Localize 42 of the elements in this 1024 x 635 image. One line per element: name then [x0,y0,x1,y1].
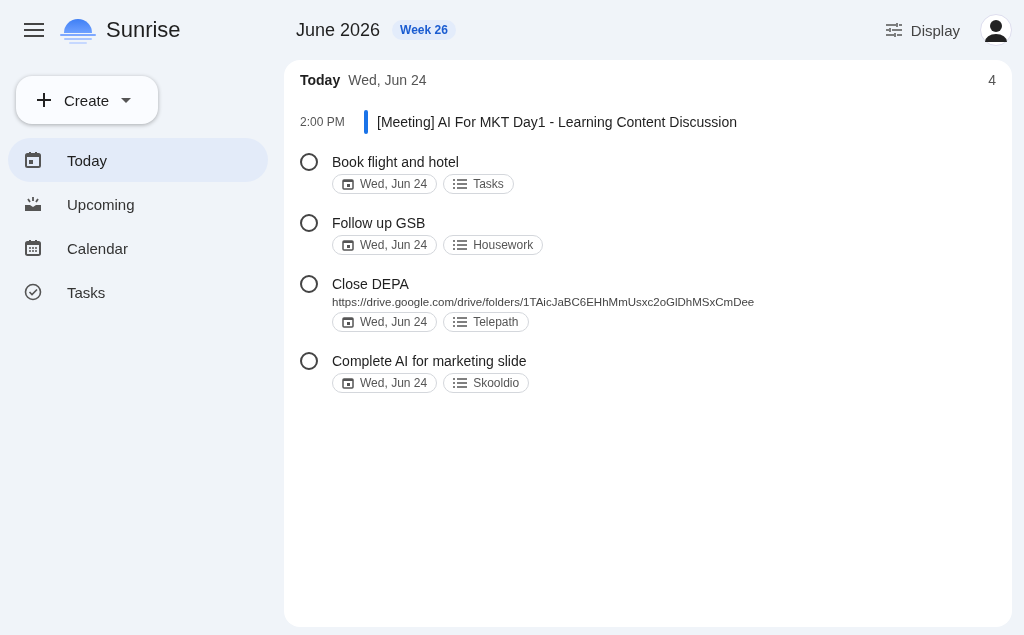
calendar-day-icon [24,151,42,169]
calendar-icon [342,316,354,328]
caret-icon [121,97,132,103]
task-title[interactable]: Complete AI for marketing slide [332,353,530,369]
item-count: 4 [988,72,996,88]
month-title: June 2026 [296,19,381,41]
day-title: Today [300,72,341,88]
plus-icon [36,92,52,108]
task-title[interactable]: Close DEPA [332,276,755,292]
display-button[interactable]: Display [879,15,966,45]
avatar[interactable] [980,14,1012,46]
calendar-icon [342,178,354,190]
calendar-grid-icon [24,239,42,257]
task-title[interactable]: Follow up GSB [332,215,544,231]
nav-item[interactable]: Tasks [8,270,268,314]
nav-item[interactable]: Upcoming [8,182,268,226]
nav-item[interactable]: Calendar [8,226,268,270]
task-title[interactable]: Book flight and hotel [332,154,514,170]
day-date: Wed, Jun 24 [348,72,427,88]
check-circle-icon [24,283,42,301]
event-time: 2:00 PM [300,115,346,129]
task-checkbox[interactable] [300,352,318,370]
task-link[interactable]: https://drive.google.com/drive/folders/1TAicJaBC6EHhMmUsxc2oGlDhMSxCmDee [332,296,755,308]
task-checkbox[interactable] [300,214,318,232]
create-button[interactable]: Create [16,76,158,124]
event-title[interactable]: [Meeting] AI For MKT Day1 - Learning Content Discussion [377,114,737,130]
person-silhouette-icon [980,14,1012,46]
list-icon [453,179,468,189]
menu-icon[interactable] [24,23,44,37]
list-icon [453,240,468,250]
nav-item[interactable]: Today [8,138,268,182]
task-checkbox[interactable] [300,275,318,293]
list-icon [453,378,468,388]
calendar-icon [342,377,354,389]
sun-logo-icon [60,16,96,44]
app-name: Sunrise [106,17,181,43]
task-checkbox[interactable] [300,153,318,171]
sliders-icon [885,23,902,37]
week-badge: Week 26 [392,20,456,40]
calendar-icon [342,239,354,251]
list-icon [453,317,468,327]
inbox-rays-icon [24,195,42,213]
